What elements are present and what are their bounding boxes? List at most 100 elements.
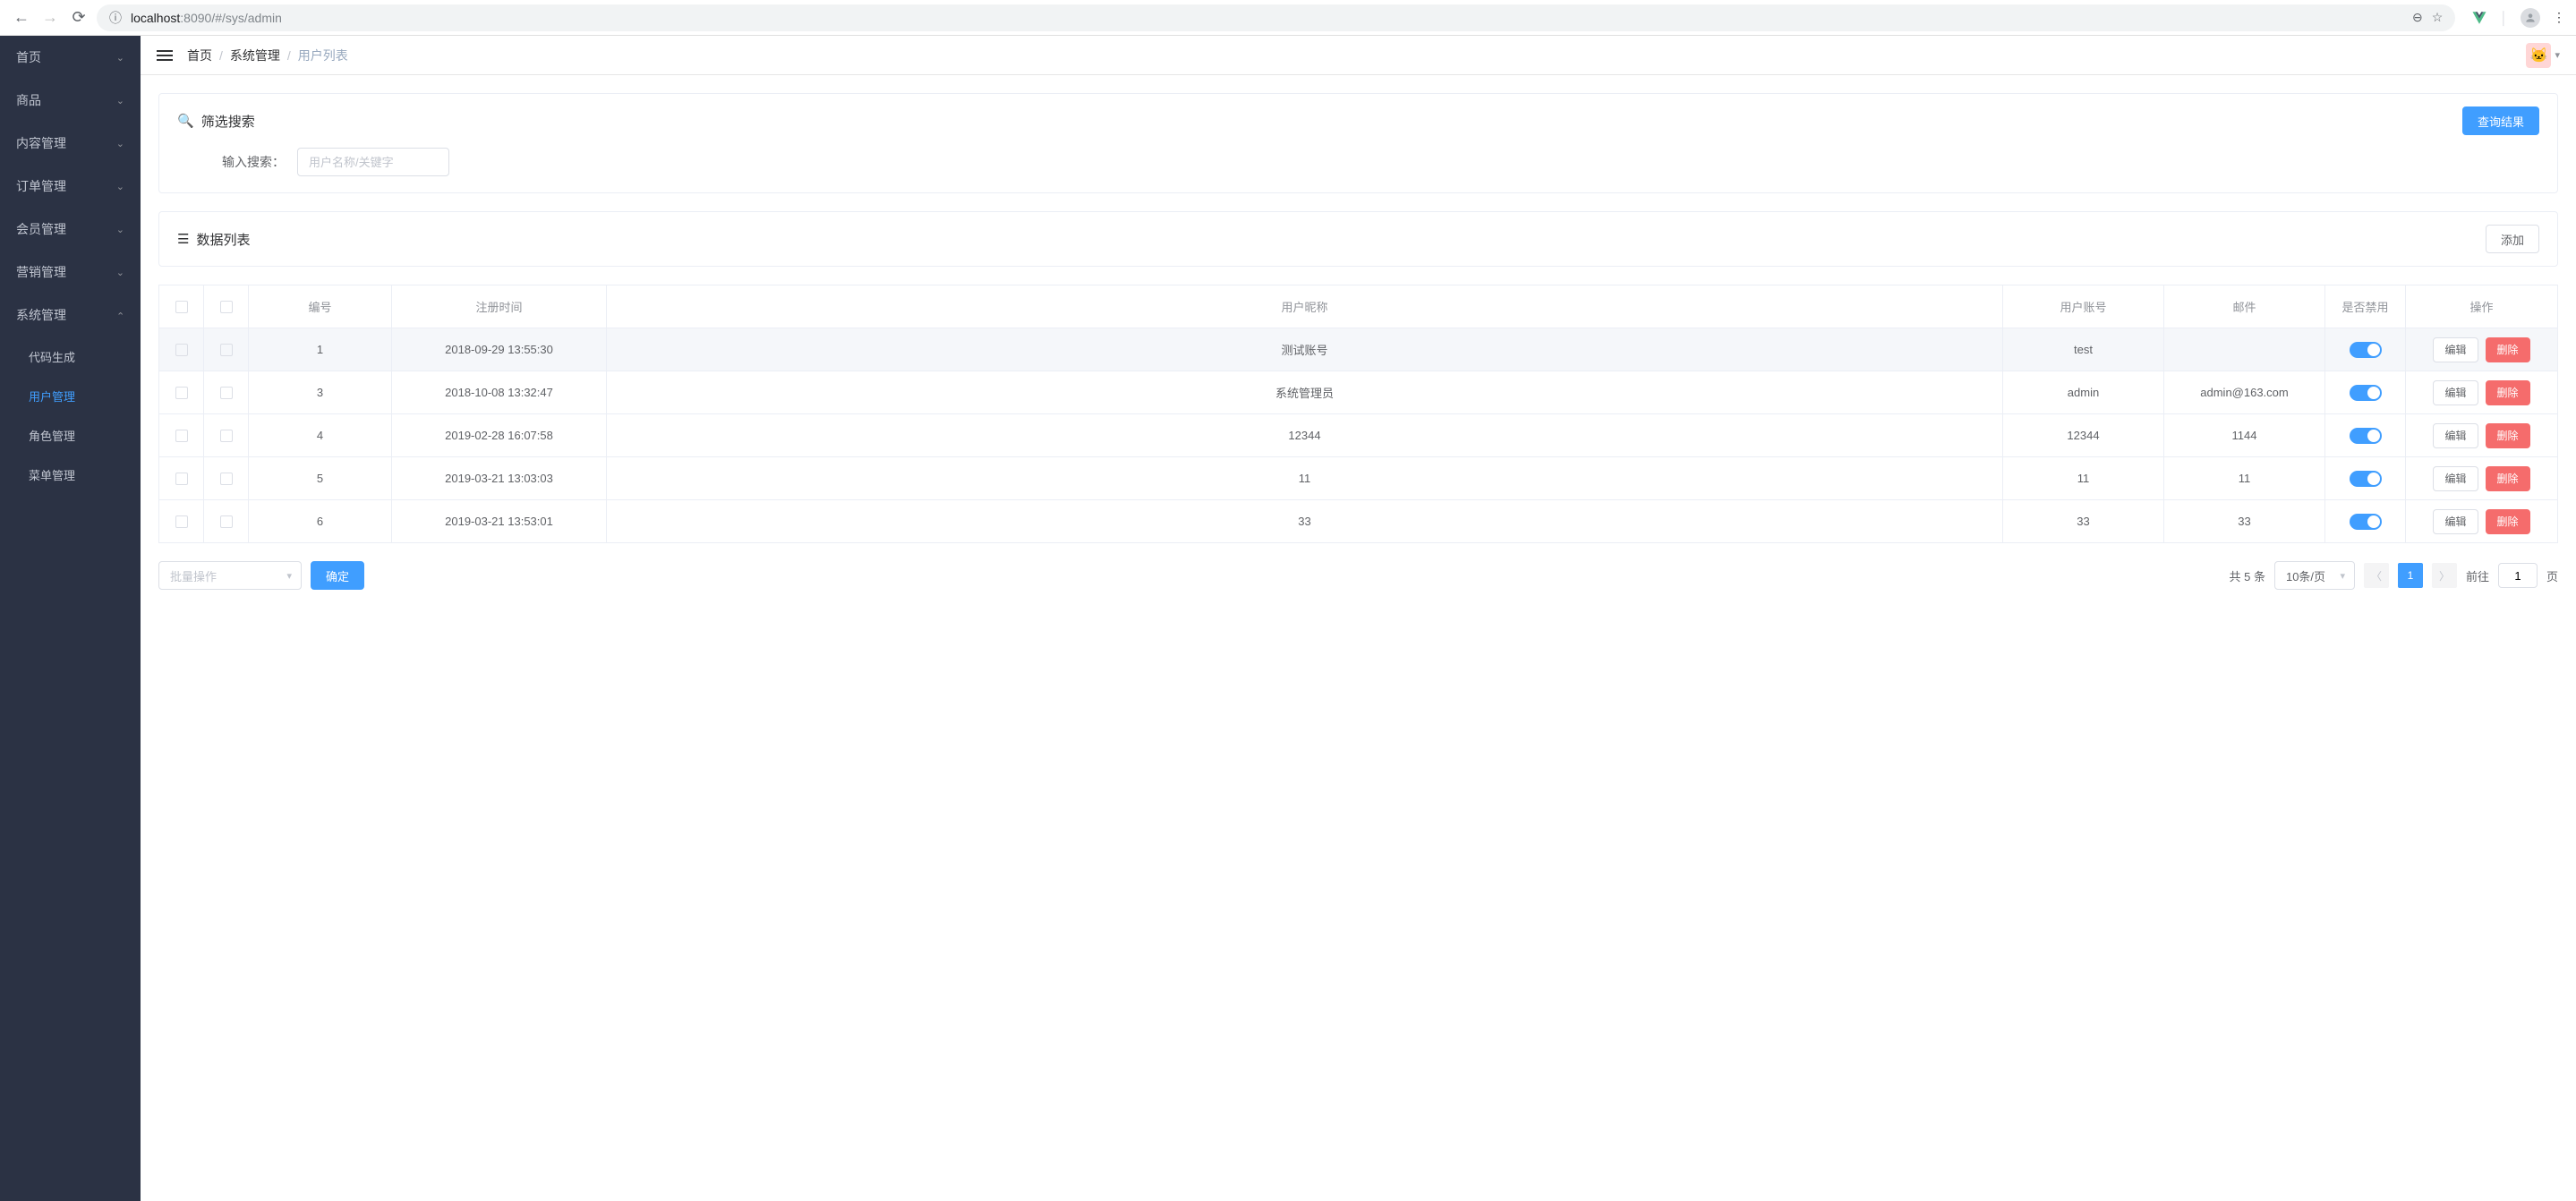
- browser-chrome: ← → ⟳ ⓘ localhost:8090/#/sys/admin ⊖ ☆ │…: [0, 0, 2576, 36]
- sidebar: 首页 ⌄ 商品 ⌄ 内容管理 ⌄ 订单管理 ⌄ 会员管理 ⌄ 营销管理 ⌄ 系统…: [0, 36, 141, 1201]
- page-next-button[interactable]: 〉: [2432, 563, 2457, 588]
- sidebar-item-system[interactable]: 系统管理 ⌄: [0, 294, 141, 336]
- edit-button[interactable]: 编辑: [2433, 423, 2478, 448]
- star-icon[interactable]: ☆: [2432, 10, 2444, 25]
- breadcrumb-current: 用户列表: [298, 47, 348, 64]
- col-action: 操作: [2406, 285, 2558, 328]
- browser-reload-button[interactable]: ⟳: [68, 7, 90, 29]
- sidebar-subitem-menu[interactable]: 菜单管理: [0, 455, 141, 494]
- row-checkbox[interactable]: [175, 473, 188, 485]
- search-icon: 🔍: [177, 113, 194, 129]
- pagination: 共 5 条 10条/页 〈 1 〉 前往 页: [2230, 561, 2559, 590]
- delete-button[interactable]: 删除: [2486, 337, 2530, 362]
- chevron-down-icon: ⌄: [116, 224, 124, 235]
- sidebar-subitem-role[interactable]: 角色管理: [0, 415, 141, 455]
- chevron-down-icon: ⌄: [116, 52, 124, 64]
- ban-switch[interactable]: [2350, 514, 2382, 530]
- cell-id: 3: [249, 371, 392, 414]
- browser-menu-icon[interactable]: ⋮: [2553, 10, 2565, 25]
- browser-url-bar[interactable]: ⓘ localhost:8090/#/sys/admin ⊖ ☆: [97, 4, 2455, 31]
- row-checkbox[interactable]: [175, 515, 188, 528]
- header-checkbox2[interactable]: [220, 301, 233, 313]
- sidebar-item-member[interactable]: 会员管理 ⌄: [0, 208, 141, 251]
- chevron-up-icon: ⌄: [116, 310, 124, 321]
- search-button[interactable]: 查询结果: [2462, 106, 2539, 135]
- row-checkbox2[interactable]: [220, 473, 233, 485]
- row-checkbox[interactable]: [175, 344, 188, 356]
- page-prev-button[interactable]: 〈: [2364, 563, 2389, 588]
- batch-action-select[interactable]: 批量操作: [158, 561, 302, 590]
- sidebar-item-content[interactable]: 内容管理 ⌄: [0, 122, 141, 165]
- cell-username: admin: [2003, 371, 2164, 414]
- select-all-checkbox[interactable]: [175, 301, 188, 313]
- cell-id: 4: [249, 414, 392, 457]
- row-checkbox2[interactable]: [220, 387, 233, 399]
- sidebar-item-home[interactable]: 首页 ⌄: [0, 36, 141, 79]
- sidebar-item-order[interactable]: 订单管理 ⌄: [0, 165, 141, 208]
- goto-label-suffix: 页: [2546, 567, 2558, 584]
- page-number-button[interactable]: 1: [2398, 563, 2423, 588]
- delete-button[interactable]: 删除: [2486, 380, 2530, 405]
- cell-id: 1: [249, 328, 392, 371]
- ban-switch[interactable]: [2350, 342, 2382, 358]
- ban-switch[interactable]: [2350, 471, 2382, 487]
- sidebar-item-product[interactable]: 商品 ⌄: [0, 79, 141, 122]
- search-input[interactable]: [297, 148, 449, 176]
- info-icon: ⓘ: [109, 9, 122, 27]
- add-button[interactable]: 添加: [2486, 225, 2539, 253]
- browser-forward-button[interactable]: →: [39, 7, 61, 29]
- cell-nickname: 系统管理员: [607, 371, 2003, 414]
- goto-page-input[interactable]: [2498, 563, 2538, 588]
- ban-switch[interactable]: [2350, 385, 2382, 401]
- edit-button[interactable]: 编辑: [2433, 466, 2478, 491]
- sidebar-item-label: 首页: [16, 48, 41, 66]
- row-checkbox2[interactable]: [220, 344, 233, 356]
- browser-profile-icon[interactable]: [2521, 8, 2540, 28]
- chevron-down-icon: ⌄: [116, 181, 124, 192]
- breadcrumb-home[interactable]: 首页: [187, 47, 212, 64]
- page-size-select[interactable]: 10条/页: [2274, 561, 2355, 590]
- row-checkbox[interactable]: [175, 387, 188, 399]
- avatar-icon: 🐱: [2526, 43, 2551, 68]
- hamburger-icon[interactable]: [157, 50, 173, 61]
- list-icon: ☰: [177, 231, 189, 247]
- cell-email: 33: [2164, 500, 2325, 543]
- sidebar-item-label: 用户管理: [29, 388, 75, 405]
- user-avatar-menu[interactable]: 🐱 ▾: [2526, 43, 2560, 68]
- cell-nickname: 测试账号: [607, 328, 2003, 371]
- cell-username: 11: [2003, 457, 2164, 500]
- cell-nickname: 12344: [607, 414, 2003, 457]
- row-checkbox2[interactable]: [220, 515, 233, 528]
- main: 首页 / 系统管理 / 用户列表 🐱 ▾ 🔍 筛选搜索: [141, 36, 2576, 1201]
- sidebar-item-label: 内容管理: [16, 134, 66, 152]
- delete-button[interactable]: 删除: [2486, 509, 2530, 534]
- sidebar-subitem-user[interactable]: 用户管理: [0, 376, 141, 415]
- delete-button[interactable]: 删除: [2486, 466, 2530, 491]
- batch-confirm-button[interactable]: 确定: [311, 561, 364, 590]
- content: 🔍 筛选搜索 查询结果 输入搜索： ☰ 数据列表: [141, 75, 2576, 1201]
- cell-id: 5: [249, 457, 392, 500]
- edit-button[interactable]: 编辑: [2433, 509, 2478, 534]
- table-row: 1 2018-09-29 13:55:30 测试账号 test 编辑 删除: [159, 328, 2558, 371]
- breadcrumb: 首页 / 系统管理 / 用户列表: [187, 47, 348, 64]
- col-created: 注册时间: [392, 285, 607, 328]
- chevron-down-icon: ⌄: [116, 267, 124, 278]
- browser-back-button[interactable]: ←: [11, 7, 32, 29]
- ban-switch[interactable]: [2350, 428, 2382, 444]
- vue-devtools-icon[interactable]: [2471, 10, 2487, 26]
- breadcrumb-separator: /: [219, 48, 223, 63]
- zoom-out-icon[interactable]: ⊖: [2412, 10, 2423, 25]
- sidebar-item-marketing[interactable]: 营销管理 ⌄: [0, 251, 141, 294]
- delete-button[interactable]: 删除: [2486, 423, 2530, 448]
- cell-email: 11: [2164, 457, 2325, 500]
- chevron-down-icon: ⌄: [116, 138, 124, 149]
- table-row: 4 2019-02-28 16:07:58 12344 12344 1144 编…: [159, 414, 2558, 457]
- col-ban: 是否禁用: [2325, 285, 2406, 328]
- url-text: localhost:8090/#/sys/admin: [131, 11, 282, 25]
- row-checkbox[interactable]: [175, 430, 188, 442]
- edit-button[interactable]: 编辑: [2433, 337, 2478, 362]
- sidebar-subitem-codegen[interactable]: 代码生成: [0, 336, 141, 376]
- row-checkbox2[interactable]: [220, 430, 233, 442]
- sidebar-item-label: 订单管理: [16, 177, 66, 195]
- edit-button[interactable]: 编辑: [2433, 380, 2478, 405]
